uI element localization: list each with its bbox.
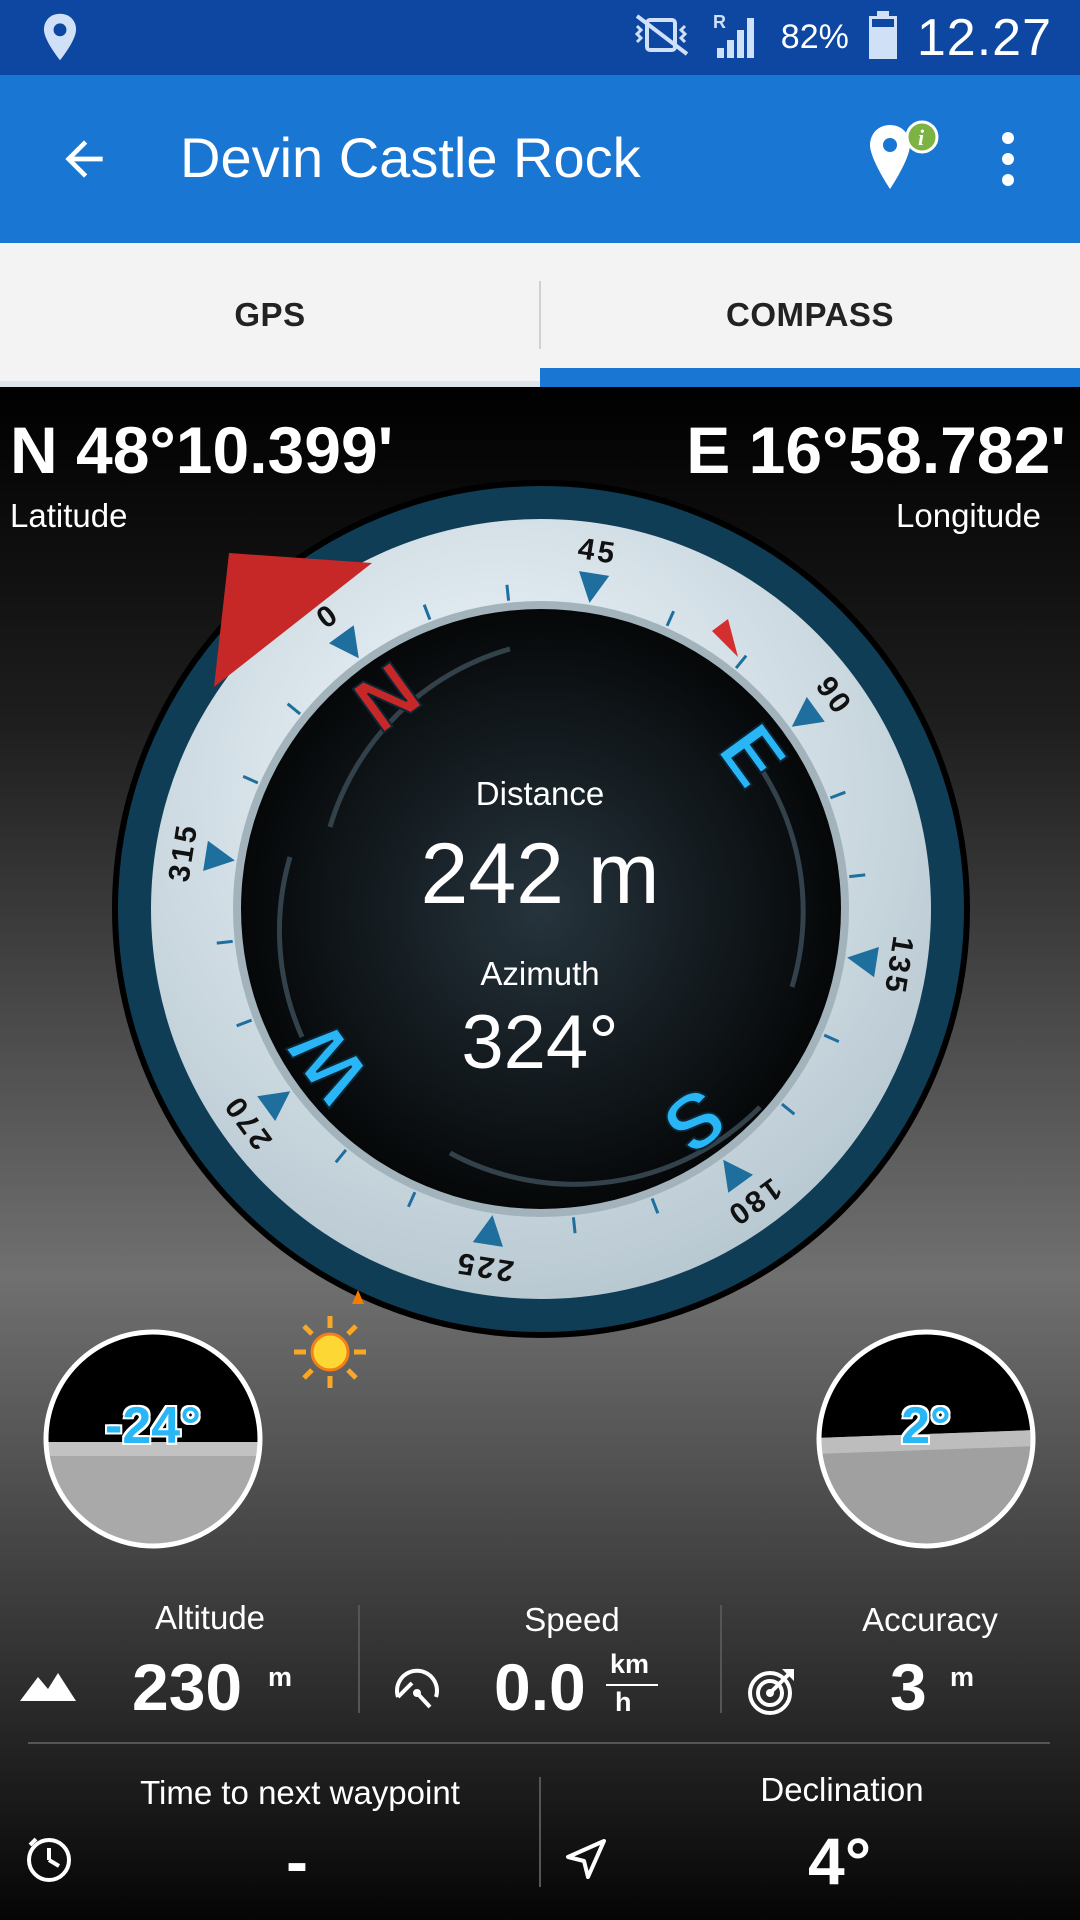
tab-gps[interactable]: GPS (0, 243, 540, 387)
tilt-gauge-right: 2° (815, 1328, 1037, 1550)
clock-time: 12.27 (916, 8, 1052, 67)
tab-compass[interactable]: COMPASS (540, 243, 1080, 387)
bezel-minor-tick (505, 584, 511, 601)
svg-text:R: R (713, 12, 726, 32)
time-to-waypoint-label: Time to next waypoint (140, 1774, 460, 1811)
compass-panel: N 48°10.399' E 16°58.782' Latitude Longi… (0, 387, 1080, 1920)
stats-divider (358, 1605, 360, 1713)
declination-value: 4° (808, 1824, 872, 1898)
tab-selected-indicator (540, 368, 1080, 387)
accuracy-label: Accuracy (862, 1601, 998, 1638)
vibrate-mute-icon (629, 12, 693, 63)
altitude-label: Altitude (154, 1599, 266, 1636)
arrow-back-icon[interactable] (56, 131, 112, 192)
distance-label: Distance (475, 775, 605, 812)
distance-value: 242 m (420, 826, 660, 922)
altitude-unit: m (268, 1662, 293, 1692)
accuracy-target-icon (746, 1665, 798, 1722)
accuracy-unit: m (950, 1662, 975, 1692)
tab-compass-label: COMPASS (726, 296, 894, 333)
speed-unit-top: km (610, 1649, 650, 1679)
azimuth-value: 324° (461, 1000, 619, 1085)
signal-roaming-icon: R (711, 10, 763, 65)
status-bar: R 82% 12.27 (0, 0, 1080, 75)
battery-icon (867, 9, 899, 66)
clock-icon (24, 1835, 74, 1890)
stats-horizontal-divider (28, 1742, 1050, 1744)
navigation-arrow-icon (564, 1837, 608, 1886)
more-vert-icon[interactable] (990, 129, 1026, 194)
bezel-minor-tick (849, 873, 866, 879)
location-pin-icon (38, 12, 82, 67)
speed-unit-bottom: h (615, 1687, 632, 1717)
altitude-value: 230 (132, 1650, 243, 1724)
tilt-right-value: 2° (901, 1397, 951, 1455)
bezel-degree-label: 45 (576, 532, 620, 571)
mountain-icon (20, 1669, 76, 1708)
time-to-waypoint-value: - (286, 1824, 308, 1898)
tilt-gauge-left: -24° (42, 1328, 264, 1550)
stats-divider (539, 1777, 541, 1887)
stats-divider (720, 1605, 722, 1713)
waypoint-info-icon[interactable]: i (862, 115, 946, 204)
sun-icon (292, 1314, 368, 1395)
accuracy-value: 3 (890, 1650, 927, 1724)
speedometer-icon (392, 1667, 442, 1722)
svg-text:i: i (918, 125, 925, 150)
speed-unit-fraction-line (606, 1684, 658, 1686)
speed-label: Speed (524, 1601, 620, 1638)
tilt-left-value: -24° (105, 1397, 201, 1455)
speed-value: 0.0 (494, 1650, 586, 1724)
bezel-minor-tick (216, 939, 233, 945)
app-toolbar: Devin Castle Rock i (0, 75, 1080, 243)
bezel-minor-tick (571, 1217, 577, 1234)
azimuth-label: Azimuth (480, 955, 600, 992)
tab-bar: GPS COMPASS (0, 243, 1080, 387)
battery-percent: 82% (780, 18, 849, 56)
declination-label: Declination (760, 1771, 924, 1808)
tab-gps-label: GPS (234, 296, 306, 333)
page-title: Devin Castle Rock (180, 126, 641, 189)
